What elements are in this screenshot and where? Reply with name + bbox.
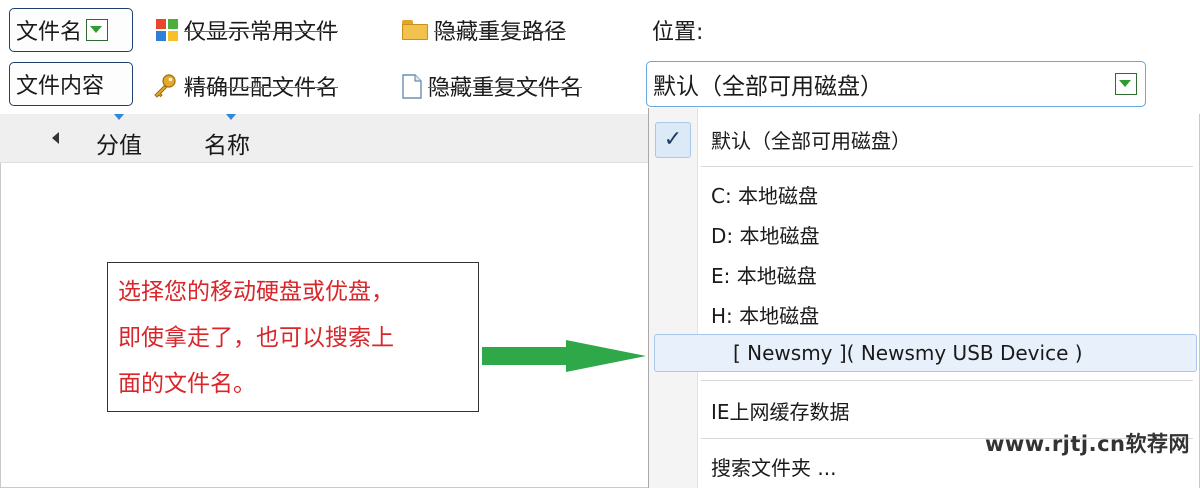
callout-line-1: 选择您的移动硬盘或优盘，	[118, 279, 394, 305]
filename-mode-button[interactable]: 文件名	[9, 8, 133, 52]
dropdown-option-drive-d[interactable]: D: 本地磁盘	[711, 220, 820, 249]
location-label: 位置:	[652, 20, 704, 45]
dropdown-option-drive-h[interactable]: H: 本地磁盘	[711, 300, 819, 329]
callout-line-3: 面的文件名。	[118, 371, 256, 397]
dropdown-separator	[701, 166, 1193, 167]
dropdown-option-search-folder[interactable]: 搜索文件夹 ...	[711, 452, 836, 481]
content-mode-button[interactable]: 文件内容	[9, 62, 133, 106]
filename-mode-label: 文件名	[16, 20, 83, 45]
results-column-header: 分值 名称	[0, 114, 650, 163]
exact-match-toggle[interactable]: 精确匹配文件名	[152, 70, 339, 102]
document-icon	[402, 73, 422, 99]
dropdown-option-ie-cache[interactable]: IE上网缓存数据	[711, 396, 850, 425]
column-score[interactable]: 分值	[96, 126, 142, 160]
annotation-callout: 选择您的移动硬盘或优盘， 即使拿走了，也可以搜索上 面的文件名。	[107, 262, 479, 412]
pointer-arrow-head-icon	[566, 340, 646, 372]
sort-indicator-icon	[114, 114, 124, 120]
hide-duplicate-name-toggle[interactable]: 隐藏重复文件名	[402, 70, 583, 102]
hide-duplicate-path-label: 隐藏重复路径	[434, 14, 567, 46]
watermark: www.rjtj.cn软荐网	[984, 432, 1190, 456]
hide-duplicate-path-toggle[interactable]: 隐藏重复路径	[402, 14, 567, 46]
exact-match-label: 精确匹配文件名	[184, 70, 339, 102]
callout-line-2: 即使拿走了，也可以搜索上	[118, 325, 394, 351]
scroll-left-icon[interactable]	[52, 132, 59, 144]
checkmark-icon: ✓	[655, 122, 691, 158]
location-select-value: 默认（全部可用磁盘）	[653, 74, 883, 100]
dropdown-option-default[interactable]: 默认（全部可用磁盘）	[711, 125, 911, 154]
dropdown-separator	[701, 380, 1193, 381]
search-toolbar: 文件名 仅显示常用文件 隐藏重复路径 位置: 文件内容 精确匹配文件名 隐藏重复…	[0, 0, 1200, 114]
dropdown-option-drive-c[interactable]: C: 本地磁盘	[711, 180, 818, 209]
location-select[interactable]: 默认（全部可用磁盘）	[646, 61, 1146, 107]
dropdown-arrow-icon[interactable]	[86, 19, 109, 41]
only-common-files-label: 仅显示常用文件	[184, 14, 339, 46]
content-mode-label: 文件内容	[16, 74, 105, 99]
pointer-arrow-icon	[482, 347, 568, 365]
sort-indicator-icon	[226, 114, 236, 120]
key-icon	[152, 73, 178, 99]
only-common-files-toggle[interactable]: 仅显示常用文件	[156, 14, 339, 46]
column-name[interactable]: 名称	[204, 126, 250, 160]
dropdown-option-usb-device[interactable]: [ Newsmy ]( Newsmy USB Device )	[733, 341, 1083, 365]
windows-logo-icon	[156, 19, 178, 41]
hide-duplicate-name-label: 隐藏重复文件名	[428, 70, 583, 102]
dropdown-option-drive-e[interactable]: E: 本地磁盘	[711, 260, 817, 289]
chevron-down-icon[interactable]	[1115, 73, 1137, 95]
folder-icon	[402, 20, 428, 40]
